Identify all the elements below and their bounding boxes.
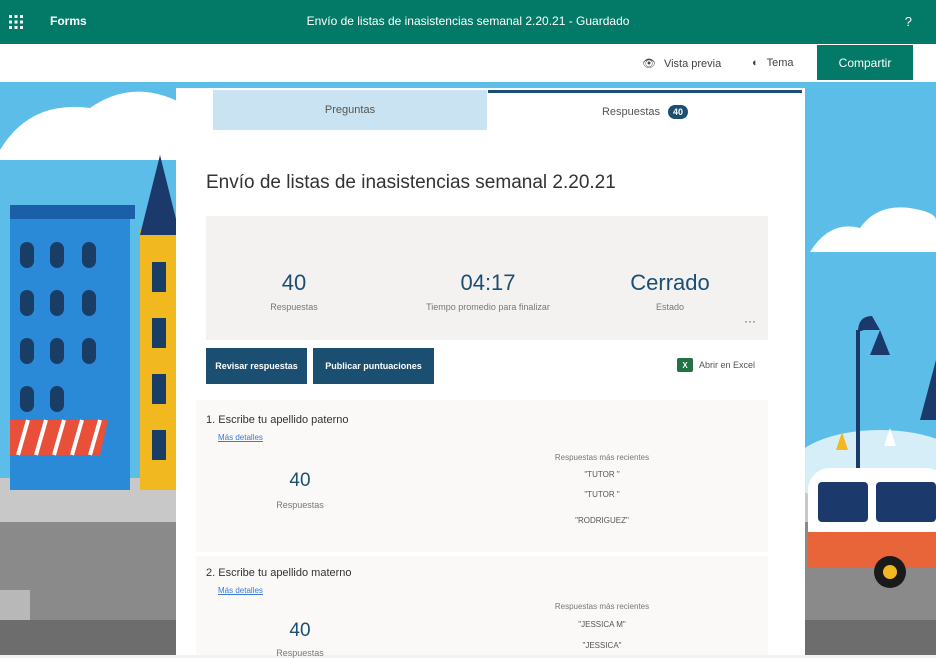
command-bar xyxy=(0,44,936,83)
form-title: Envío de listas de inasistencias semanal… xyxy=(206,172,616,193)
preview-label: Vista previa xyxy=(663,58,722,70)
responses-count-badge: 40 xyxy=(668,105,689,119)
stat-status-value: Cerrado xyxy=(630,270,710,295)
recent-response-item: "TUTOR " xyxy=(584,470,620,479)
eye-icon: 👁︎ xyxy=(642,58,656,70)
more-options-button[interactable]: ··· xyxy=(744,314,756,328)
preview-button[interactable]: 👁︎ Vista previa xyxy=(642,57,721,70)
recent-response-item: "TUTOR " xyxy=(584,490,620,499)
share-button[interactable]: Compartir xyxy=(817,45,913,80)
excel-icon: X xyxy=(677,358,693,372)
question-response-count-2: 40 xyxy=(289,620,311,641)
stat-responses: 40 Respuestas xyxy=(254,270,334,312)
open-in-excel-label: Abrir en Excel xyxy=(699,360,756,370)
question-response-label-2: Respuestas xyxy=(276,648,324,658)
review-responses-button[interactable]: Revisar respuestas xyxy=(206,348,307,384)
theme-label: Tema xyxy=(766,57,794,69)
stat-status-label: Estado xyxy=(655,302,685,312)
stat-responses-label: Respuestas xyxy=(270,302,318,312)
tab-responses-label: Respuestas xyxy=(601,106,661,118)
stat-status: Cerrado Estado xyxy=(620,270,720,312)
question-details-link-1[interactable]: Más detalles xyxy=(218,433,263,442)
question-response-count-1: 40 xyxy=(289,470,311,491)
open-in-excel-button[interactable]: X Abrir en Excel xyxy=(677,358,755,372)
question-details-link-2[interactable]: Más detalles xyxy=(218,586,263,595)
theme-icon: ◐ xyxy=(752,57,759,69)
recent-response-item: "JESSICA M" xyxy=(578,620,626,629)
recent-response-item: "JESSICA" xyxy=(582,641,622,650)
publish-scores-button[interactable]: Publicar puntuaciones xyxy=(313,348,434,384)
document-title: Envío de listas de inasistencias semanal… xyxy=(306,14,630,28)
question-title-1: 1. Escribe tu apellido paterno xyxy=(206,414,349,426)
tab-responses[interactable]: Respuestas 40 xyxy=(488,90,802,131)
question-title-2: 2. Escribe tu apellido materno xyxy=(206,567,352,579)
stat-avg-time: 04:17 Tiempo promedio para finalizar xyxy=(398,270,578,312)
question-response-label-1: Respuestas xyxy=(276,500,324,510)
recent-responses-title-1: Respuestas más recientes xyxy=(554,453,650,462)
stat-avg-time-value: 04:17 xyxy=(460,270,516,295)
stat-avg-time-label: Tiempo promedio para finalizar xyxy=(426,302,550,312)
top-bar: Forms Envío de listas de inasistencias s… xyxy=(0,0,936,44)
recent-response-item: "RODRIGUEZ" xyxy=(575,516,629,525)
recent-responses-title-2: Respuestas más recientes xyxy=(554,602,650,611)
tab-questions[interactable]: Preguntas xyxy=(213,90,487,130)
help-button[interactable]: ? xyxy=(905,14,912,29)
theme-button[interactable]: ◐ Tema xyxy=(752,57,794,69)
stat-responses-value: 40 xyxy=(281,270,307,295)
